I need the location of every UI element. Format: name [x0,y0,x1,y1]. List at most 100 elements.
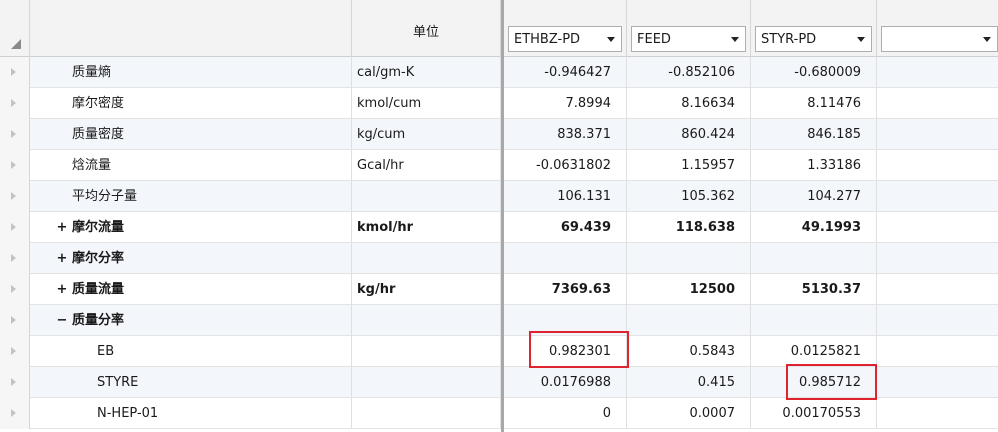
row-selector[interactable] [0,274,30,305]
property-name-cell: 焓流量 [30,150,352,181]
value-cell[interactable] [877,212,998,243]
table-row[interactable]: 摩尔密度 kmol/cum 7.8994 8.16634 8.11476 [0,88,998,119]
expand-icon[interactable]: + [54,212,70,243]
value-cell[interactable]: 838.371 [501,119,627,150]
unit-cell[interactable] [352,181,501,212]
row-selector[interactable] [0,305,30,336]
value-cell[interactable] [627,305,751,336]
value-cell[interactable]: 104.277 [751,181,877,212]
unit-cell[interactable]: kmol/cum [352,88,501,119]
value-cell[interactable]: 0.5843 [627,336,751,367]
table-row[interactable]: + 摩尔流量 kmol/hr 69.439 118.638 49.1993 [0,212,998,243]
value-cell[interactable] [751,243,877,274]
unit-cell[interactable]: kg/hr [352,274,501,305]
table-row[interactable]: 质量熵 cal/gm-K -0.946427 -0.852106 -0.680009 [0,57,998,88]
unit-cell[interactable] [352,367,501,398]
table-row[interactable]: + 摩尔分率 [0,243,998,274]
row-selector[interactable] [0,181,30,212]
stream-select-2[interactable]: FEED [631,26,746,52]
property-name: 质量分率 [72,313,125,328]
value-cell[interactable]: 1.33186 [751,150,877,181]
row-selector[interactable] [0,212,30,243]
table-row[interactable]: N-HEP-01 0 0.0007 0.00170553 [0,398,998,429]
collapse-icon[interactable]: − [54,305,70,336]
property-name: 质量熵 [72,65,112,80]
value-cell[interactable]: 0.0007 [627,398,751,429]
value-cell[interactable] [751,305,877,336]
row-selector[interactable] [0,88,30,119]
value-cell[interactable]: 69.439 [501,212,627,243]
unit-cell[interactable]: kmol/hr [352,212,501,243]
value-cell[interactable]: 846.185 [751,119,877,150]
dropdown-arrow-icon [857,37,865,42]
unit-cell[interactable] [352,243,501,274]
row-arrow-icon [11,192,16,200]
table-row[interactable]: + 质量流量 kg/hr 7369.63 12500 5130.37 [0,274,998,305]
table-row[interactable]: − 质量分率 [0,305,998,336]
unit-cell[interactable] [352,336,501,367]
value-cell[interactable] [877,274,998,305]
value-cell[interactable]: -0.946427 [501,57,627,88]
row-selector[interactable] [0,336,30,367]
value-cell[interactable] [877,367,998,398]
row-arrow-icon [11,223,16,231]
value-cell[interactable] [877,119,998,150]
value-cell[interactable]: 860.424 [627,119,751,150]
value-cell[interactable] [877,243,998,274]
row-selector[interactable] [0,367,30,398]
value-cell[interactable]: -0.680009 [751,57,877,88]
value-cell[interactable] [877,305,998,336]
row-selector[interactable] [0,398,30,429]
unit-cell[interactable]: Gcal/hr [352,150,501,181]
value-cell[interactable] [877,88,998,119]
row-selector[interactable] [0,119,30,150]
value-cell[interactable] [877,150,998,181]
value-cell[interactable]: 5130.37 [751,274,877,305]
frozen-column-splitter[interactable] [501,0,504,432]
stream-select-4[interactable] [881,26,998,52]
value-cell[interactable]: 0.415 [627,367,751,398]
unit-header-label: 单位 [412,25,439,40]
expand-icon[interactable]: + [54,274,70,305]
value-cell[interactable]: 1.15957 [627,150,751,181]
value-cell[interactable] [877,398,998,429]
value-cell[interactable] [877,181,998,212]
stream-select-3[interactable]: STYR-PD [755,26,872,52]
value-cell[interactable]: 7369.63 [501,274,627,305]
property-name: 质量流量 [72,282,125,297]
value-cell[interactable]: 106.131 [501,181,627,212]
value-cell[interactable]: 8.11476 [751,88,877,119]
value-cell[interactable]: 8.16634 [627,88,751,119]
stream-select-1[interactable]: ETHBZ-PD [508,26,622,52]
property-name: 摩尔分率 [72,251,125,266]
value-cell[interactable]: 12500 [627,274,751,305]
stream-column-header-3: STYR-PD [751,0,877,57]
value-cell[interactable]: -0.852106 [627,57,751,88]
value-cell[interactable]: 0.0125821 [751,336,877,367]
value-cell[interactable] [877,336,998,367]
unit-cell[interactable] [352,305,501,336]
value-cell[interactable]: 105.362 [627,181,751,212]
select-all-corner[interactable] [0,0,30,57]
value-cell[interactable]: 0.00170553 [751,398,877,429]
table-row[interactable]: 平均分子量 106.131 105.362 104.277 [0,181,998,212]
row-selector[interactable] [0,57,30,88]
value-cell[interactable]: 118.638 [627,212,751,243]
value-cell[interactable]: 7.8994 [501,88,627,119]
table-row[interactable]: 质量密度 kg/cum 838.371 860.424 846.185 [0,119,998,150]
row-selector[interactable] [0,150,30,181]
row-selector[interactable] [0,243,30,274]
expand-icon[interactable]: + [54,243,70,274]
unit-cell[interactable]: cal/gm-K [352,57,501,88]
value-cell[interactable]: 0 [501,398,627,429]
value-cell[interactable]: 49.1993 [751,212,877,243]
table-row[interactable]: 焓流量 Gcal/hr -0.0631802 1.15957 1.33186 [0,150,998,181]
value-cell[interactable] [877,57,998,88]
unit-cell[interactable] [352,398,501,429]
value-cell[interactable] [627,243,751,274]
value-cell[interactable] [501,243,627,274]
value-cell[interactable]: 0.0176988 [501,367,627,398]
value-cell[interactable]: -0.0631802 [501,150,627,181]
table-row[interactable]: EB 0.982301 0.5843 0.0125821 [0,336,998,367]
unit-cell[interactable]: kg/cum [352,119,501,150]
